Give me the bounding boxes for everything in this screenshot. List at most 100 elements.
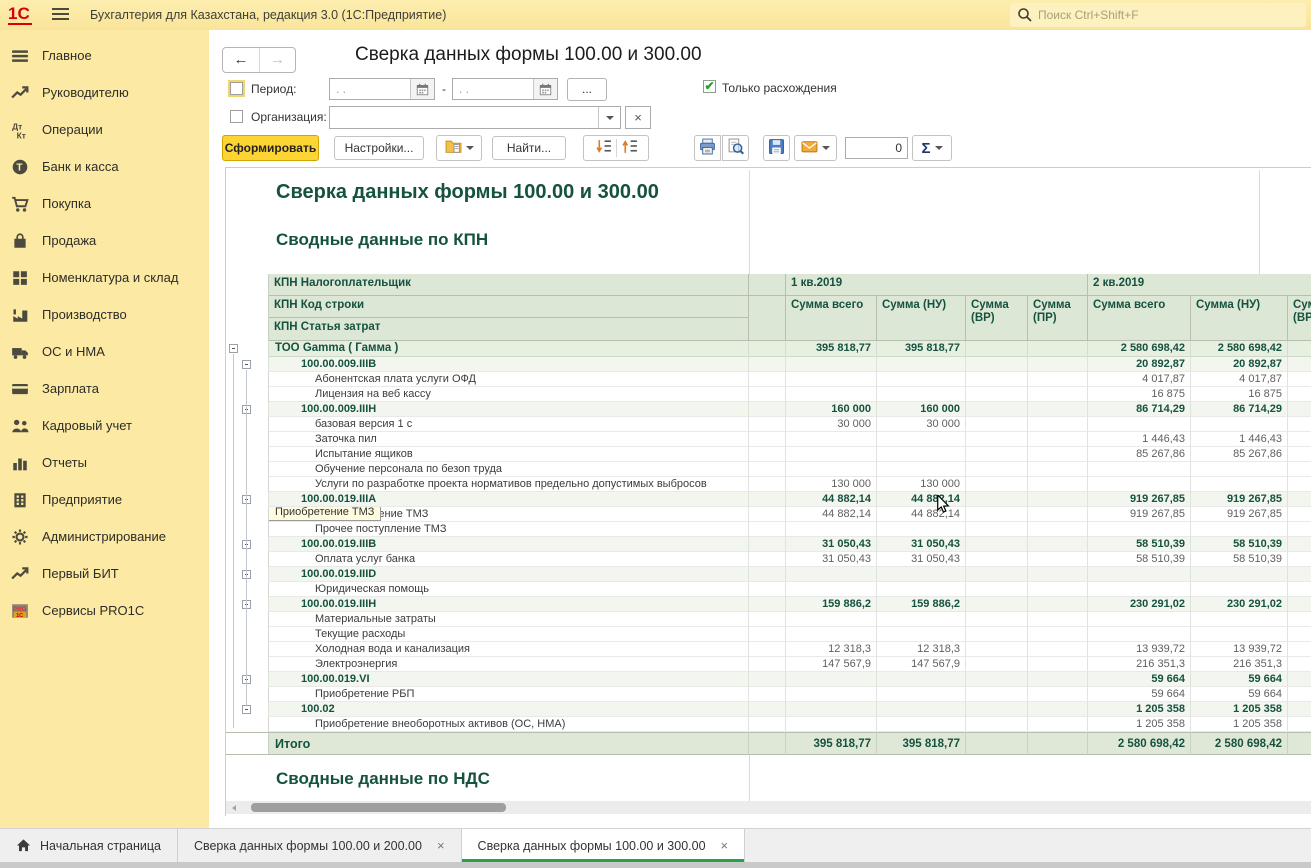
empty-cell[interactable] (749, 417, 786, 432)
value-cell[interactable] (1191, 612, 1288, 627)
value-cell[interactable] (966, 567, 1028, 582)
value-cell[interactable] (877, 462, 966, 477)
sidebar-item-14[interactable]: Первый БИТ (0, 555, 209, 592)
value-cell[interactable] (966, 627, 1028, 642)
value-cell[interactable] (877, 567, 966, 582)
value-cell[interactable]: 13 939,72 (1088, 642, 1191, 657)
empty-cell[interactable] (749, 642, 786, 657)
report-variants-button[interactable] (436, 135, 482, 161)
only-differences-checkbox[interactable]: ✔ (703, 80, 716, 93)
sum-button[interactable]: Σ (912, 135, 952, 161)
empty-cell[interactable] (749, 597, 786, 612)
value-cell[interactable] (966, 582, 1028, 597)
window-tab-2[interactable]: Сверка данных формы 100.00 и 300.00× (462, 829, 746, 862)
row-label[interactable]: 100.00.019.IIIH (269, 597, 749, 612)
table-row[interactable]: 100.00.019.VI59 66459 664 (226, 672, 1311, 687)
scrollbar-thumb[interactable] (251, 803, 506, 812)
row-label[interactable]: Приобретение внеоборотных активов (ОС, Н… (269, 717, 749, 732)
value-cell[interactable] (786, 702, 877, 717)
table-row[interactable]: Приобретение ТМЗПриобретение ТМЗ44 882,1… (226, 507, 1311, 522)
row-label[interactable]: Абонентская плата услуги ОФД (269, 372, 749, 387)
empty-cell[interactable] (1288, 417, 1311, 432)
empty-cell[interactable] (1288, 552, 1311, 567)
empty-cell[interactable] (1288, 672, 1311, 687)
table-row[interactable]: Испытание ящиков85 267,8685 267,86 (226, 447, 1311, 462)
value-cell[interactable] (1028, 447, 1088, 462)
empty-cell[interactable] (1288, 522, 1311, 537)
value-cell[interactable] (1028, 642, 1088, 657)
value-cell[interactable]: 2 580 698,42 (1191, 341, 1288, 357)
table-row[interactable]: Материальные затраты (226, 612, 1311, 627)
value-cell[interactable]: 44 882,14 (786, 507, 877, 522)
forward-button[interactable]: → (259, 48, 295, 72)
empty-cell[interactable] (1288, 567, 1311, 582)
value-cell[interactable]: 58 510,39 (1191, 537, 1288, 552)
row-label[interactable]: 100.00.009.IIIB (269, 357, 749, 372)
empty-cell[interactable] (749, 492, 786, 507)
row-label[interactable]: 100.00.019.IIIA (269, 492, 749, 507)
value-cell[interactable] (966, 717, 1028, 732)
value-cell[interactable]: 58 510,39 (1191, 552, 1288, 567)
value-cell[interactable] (786, 357, 877, 372)
find-button[interactable]: Найти... (492, 136, 566, 160)
value-cell[interactable]: 4 017,87 (1191, 372, 1288, 387)
table-row[interactable]: Оплата услуг банка31 050,4331 050,4358 5… (226, 552, 1311, 567)
value-cell[interactable] (877, 432, 966, 447)
value-cell[interactable] (877, 372, 966, 387)
row-label[interactable]: базовая версия 1 с (269, 417, 749, 432)
sidebar-item-11[interactable]: Отчеты (0, 444, 209, 481)
value-cell[interactable] (1028, 567, 1088, 582)
empty-cell[interactable] (749, 732, 786, 755)
empty-cell[interactable] (1288, 582, 1311, 597)
sidebar-item-0[interactable]: Главное (0, 37, 209, 74)
value-cell[interactable] (877, 717, 966, 732)
value-cell[interactable] (786, 627, 877, 642)
value-cell[interactable]: 31 050,43 (877, 537, 966, 552)
value-cell[interactable] (1028, 537, 1088, 552)
empty-cell[interactable] (749, 537, 786, 552)
row-label[interactable]: Итого (269, 732, 749, 755)
value-cell[interactable] (966, 552, 1028, 567)
sidebar-item-6[interactable]: Номенклатура и склад (0, 259, 209, 296)
value-cell[interactable] (786, 612, 877, 627)
value-cell[interactable] (966, 447, 1028, 462)
empty-cell[interactable] (749, 447, 786, 462)
value-cell[interactable]: 130 000 (786, 477, 877, 492)
empty-cell[interactable] (749, 507, 786, 522)
sidebar-item-4[interactable]: Покупка (0, 185, 209, 222)
value-cell[interactable] (966, 507, 1028, 522)
value-cell[interactable] (877, 627, 966, 642)
value-cell[interactable]: 216 351,3 (1088, 657, 1191, 672)
value-cell[interactable] (877, 582, 966, 597)
value-cell[interactable]: 919 267,85 (1191, 492, 1288, 507)
date-from-field[interactable]: . . (329, 78, 435, 100)
value-cell[interactable] (966, 702, 1028, 717)
value-cell[interactable] (1028, 477, 1088, 492)
chevron-down-icon[interactable] (598, 107, 620, 128)
sidebar-item-7[interactable]: Производство (0, 296, 209, 333)
value-cell[interactable]: 159 886,2 (877, 597, 966, 612)
collapse-groups-icon[interactable] (621, 138, 638, 158)
organization-checkbox[interactable] (230, 110, 243, 123)
value-cell[interactable]: 1 205 358 (1088, 702, 1191, 717)
row-label[interactable]: Обучение персонала по безоп труда (269, 462, 749, 477)
value-cell[interactable] (1028, 341, 1088, 357)
row-label[interactable]: Текущие расходы (269, 627, 749, 642)
empty-cell[interactable] (749, 372, 786, 387)
empty-cell[interactable] (1288, 447, 1311, 462)
sidebar-item-12[interactable]: Предприятие (0, 481, 209, 518)
value-cell[interactable]: 30 000 (786, 417, 877, 432)
value-cell[interactable] (1028, 552, 1088, 567)
value-cell[interactable]: 160 000 (877, 402, 966, 417)
value-cell[interactable] (1028, 387, 1088, 402)
value-cell[interactable] (1028, 492, 1088, 507)
value-cell[interactable] (786, 717, 877, 732)
value-cell[interactable]: 1 446,43 (1088, 432, 1191, 447)
value-cell[interactable]: 58 510,39 (1088, 552, 1191, 567)
value-cell[interactable] (966, 657, 1028, 672)
empty-cell[interactable] (1288, 507, 1311, 522)
empty-cell[interactable] (1288, 477, 1311, 492)
value-cell[interactable]: 31 050,43 (786, 537, 877, 552)
table-row[interactable]: 100.00.019.IIIH159 886,2159 886,2230 291… (226, 597, 1311, 612)
table-row[interactable]: Текущие расходы (226, 627, 1311, 642)
